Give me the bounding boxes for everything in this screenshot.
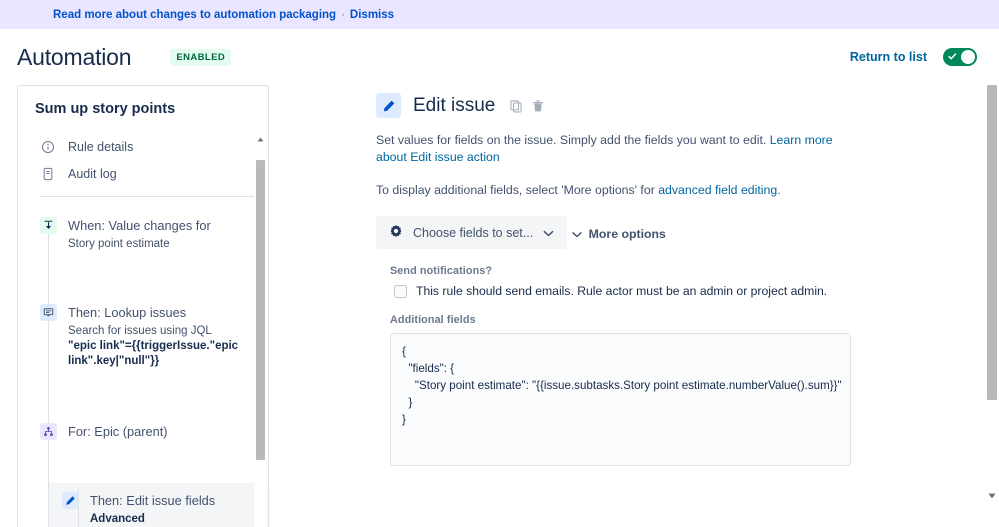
rule-step-subtitle: Advanced: [90, 513, 145, 525]
action-description-period: .: [777, 183, 781, 197]
chevron-down-icon: [543, 226, 554, 240]
banner-dismiss-link[interactable]: Dismiss: [350, 9, 394, 21]
send-notifications-checkbox[interactable]: [394, 284, 407, 298]
send-notifications-field: Send notifications? This rule should sen…: [376, 265, 999, 298]
action-description-text: Set values for fields on the issue. Simp…: [376, 133, 770, 147]
trash-icon[interactable]: [531, 99, 545, 113]
more-options-toggle[interactable]: More options: [571, 227, 666, 241]
scroll-up-arrow-icon[interactable]: [254, 133, 267, 146]
gear-icon: [389, 224, 403, 241]
announcement-banner: Read more about changes to automation pa…: [0, 0, 999, 29]
page-title: Automation: [17, 43, 132, 70]
rule-steps-list: When: Value changes for Story point esti…: [18, 197, 268, 527]
action-header: Edit issue: [376, 85, 999, 118]
action-header-buttons: [509, 99, 545, 113]
return-to-list-link[interactable]: Return to list: [850, 50, 927, 64]
sidebar-rule-name: Sum up story points: [35, 101, 176, 117]
choose-fields-to-set-button[interactable]: Choose fields to set...: [376, 216, 568, 249]
rule-step-title: For: Epic (parent): [68, 424, 168, 439]
sidebar-scrollbar[interactable]: [254, 133, 267, 527]
action-description-text: To display additional fields, select 'Mo…: [376, 183, 659, 197]
rule-step-when-value-changes[interactable]: When: Value changes for Story point esti…: [18, 208, 268, 261]
send-notifications-checkbox-label: This rule should send emails. Rule actor…: [416, 284, 828, 298]
check-icon: [948, 53, 957, 60]
chevron-down-icon: [571, 227, 582, 241]
sidebar-item-label: Audit log: [68, 166, 117, 181]
status-badge: ENABLED: [170, 48, 232, 66]
rule-step-title: Then: Edit issue fields: [90, 493, 216, 508]
trigger-icon: [40, 217, 57, 234]
sidebar-scroll-region: Rule details Audit log When: Value chang…: [18, 133, 268, 527]
action-description-1: Set values for fields on the issue. Simp…: [376, 132, 846, 166]
step-connector-line: [48, 233, 49, 527]
rule-step-title: Then: Lookup issues: [68, 305, 187, 320]
advanced-field-editing-link[interactable]: advanced field editing: [658, 183, 777, 197]
sidebar-item-audit-log[interactable]: Audit log: [18, 160, 268, 187]
send-notifications-label: Send notifications?: [390, 265, 493, 277]
sidebar-item-rule-details[interactable]: Rule details: [18, 133, 268, 160]
additional-fields-field: Additional fields: [376, 314, 999, 471]
copy-icon[interactable]: [509, 99, 523, 113]
toggle-knob: [961, 50, 975, 64]
action-detail-panel: Edit issue Set values for fields on the …: [269, 85, 999, 527]
header-actions: Return to list: [850, 48, 977, 66]
action-description-2: To display additional fields, select 'Mo…: [376, 182, 846, 199]
rule-step-lookup-issues[interactable]: Then: Lookup issues Search for issues us…: [18, 295, 268, 378]
rule-step-title: When: Value changes for: [68, 218, 211, 233]
scroll-down-arrow-icon[interactable]: [985, 489, 999, 503]
page-header: Automation ENABLED Return to list: [0, 29, 999, 85]
info-circle-icon: [40, 139, 55, 154]
rule-step-for-epic-parent[interactable]: For: Epic (parent): [18, 414, 268, 449]
pencil-icon: [62, 492, 79, 509]
page-body: Sum up story points Rule details Audit l…: [0, 85, 999, 527]
sidebar-scrollbar-thumb[interactable]: [256, 160, 265, 460]
branch-icon: [40, 423, 57, 440]
sidebar-item-label: Rule details: [68, 139, 134, 154]
page-scrollbar[interactable]: [985, 85, 999, 527]
audit-log-icon: [40, 166, 55, 181]
send-notifications-checkbox-row[interactable]: This rule should send emails. Rule actor…: [390, 284, 999, 298]
rule-step-subtitle: Story point estimate: [68, 238, 170, 250]
additional-fields-input[interactable]: [390, 333, 851, 466]
lookup-issues-icon: [40, 304, 57, 321]
banner-separator: ·: [341, 8, 345, 21]
more-options-label: More options: [588, 227, 666, 241]
rule-step-jql: "epic link"={{triggerIssue."epic link".k…: [68, 340, 239, 367]
banner-read-more-link[interactable]: Read more about changes to automation pa…: [53, 9, 336, 21]
rule-step-edit-issue-fields[interactable]: Then: Edit issue fields Advanced: [48, 483, 268, 527]
rule-sidebar: Sum up story points Rule details Audit l…: [17, 85, 269, 527]
rule-step-subtitle: Search for issues using JQL: [68, 325, 212, 337]
pencil-icon: [376, 93, 401, 118]
page-scrollbar-thumb[interactable]: [987, 85, 997, 400]
action-title: Edit issue: [413, 94, 496, 116]
choose-fields-label: Choose fields to set...: [413, 225, 534, 240]
rule-enabled-toggle[interactable]: [943, 48, 977, 66]
additional-fields-label: Additional fields: [390, 314, 476, 326]
branch-connector-line: [78, 489, 79, 527]
